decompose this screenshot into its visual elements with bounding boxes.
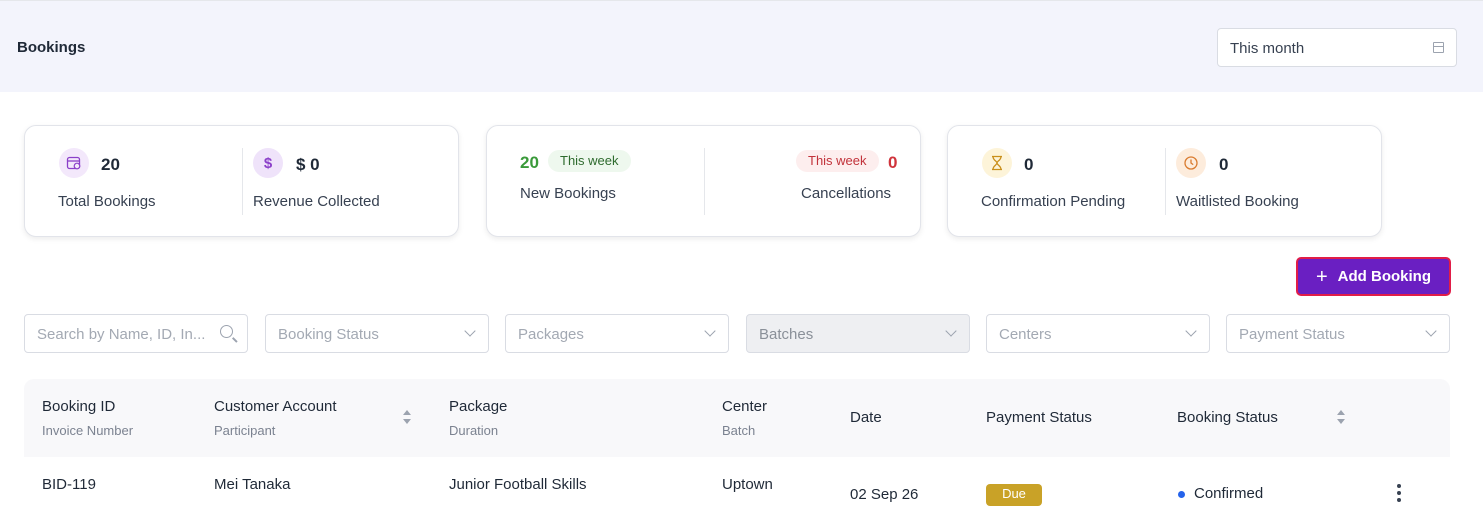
revenue-label: Revenue Collected	[253, 193, 380, 210]
cell-customer: Mei Tanaka	[214, 476, 291, 493]
divider	[1165, 148, 1166, 215]
centers-filter-placeholder: Centers	[999, 326, 1052, 343]
calendar-icon	[1433, 42, 1444, 53]
stats-card-new-cancellations: 20 This week New Bookings This week 0 Ca…	[486, 125, 921, 237]
waitlisted-label: Waitlisted Booking	[1176, 193, 1299, 210]
search-icon	[220, 325, 233, 338]
col-duration: Duration	[449, 423, 499, 438]
payment-status-badge: Due	[986, 484, 1042, 506]
dollar-icon: $	[253, 148, 283, 178]
page-header: Bookings This month	[0, 0, 1483, 92]
chevron-down-icon	[704, 325, 716, 337]
packages-filter-placeholder: Packages	[518, 326, 584, 343]
add-booking-button[interactable]: + Add Booking	[1296, 257, 1451, 296]
add-booking-label: Add Booking	[1337, 268, 1431, 285]
more-options-icon[interactable]	[1396, 484, 1402, 504]
cancellations-value: 0	[888, 153, 898, 172]
col-batch: Batch	[722, 423, 756, 438]
booking-status-filter-placeholder: Booking Status	[278, 326, 379, 343]
col-participant: Participant	[214, 423, 276, 438]
date-range-select[interactable]: This month	[1217, 28, 1457, 67]
new-bookings-label: New Bookings	[520, 185, 616, 202]
col-booking-status: Booking Status	[1177, 409, 1278, 426]
booking-status-filter[interactable]: Booking Status	[265, 314, 489, 353]
cell-booking-status: Confirmed	[1194, 485, 1264, 502]
clock-icon	[1176, 148, 1206, 178]
col-payment-status: Payment Status	[986, 409, 1092, 426]
total-bookings-label: Total Bookings	[58, 193, 156, 210]
col-package: Package	[449, 398, 508, 415]
col-customer-account: Customer Account	[214, 398, 337, 415]
cell-center: Uptown	[722, 476, 773, 493]
search-input[interactable]: Search by Name, ID, In...	[24, 314, 248, 353]
total-bookings-value: 20	[101, 155, 120, 174]
divider	[704, 148, 705, 215]
hourglass-icon	[982, 148, 1012, 178]
chevron-down-icon	[945, 325, 957, 337]
col-date: Date	[850, 409, 882, 426]
batches-filter-placeholder: Batches	[759, 326, 814, 343]
col-center: Center	[722, 398, 768, 415]
page-title: Bookings	[17, 39, 86, 56]
chevron-down-icon	[464, 325, 476, 337]
payment-status-filter-placeholder: Payment Status	[1239, 326, 1345, 343]
revenue-value: $ 0	[296, 155, 320, 174]
stats-card-bookings-revenue: 20 Total Bookings $ $ 0 Revenue Collecte…	[24, 125, 459, 237]
sort-icon[interactable]	[403, 410, 411, 424]
divider	[242, 148, 243, 215]
plus-icon: +	[1315, 265, 1328, 288]
batches-filter[interactable]: Batches	[746, 314, 970, 353]
new-bookings-value: 20	[520, 153, 539, 172]
col-invoice-number: Invoice Number	[42, 423, 134, 438]
cancellations-period-badge: This week	[796, 150, 879, 172]
new-bookings-period-badge: This week	[548, 150, 631, 172]
sort-icon[interactable]	[1337, 410, 1345, 424]
confirmation-pending-value: 0	[1024, 155, 1034, 174]
packages-filter[interactable]: Packages	[505, 314, 729, 353]
cancellations-label: Cancellations	[801, 185, 892, 202]
centers-filter[interactable]: Centers	[986, 314, 1210, 353]
chevron-down-icon	[1425, 325, 1437, 337]
chevron-down-icon	[1185, 325, 1197, 337]
confirmation-pending-label: Confirmation Pending	[981, 193, 1126, 210]
date-range-value: This month	[1230, 40, 1305, 57]
calendar-icon	[59, 148, 89, 178]
status-dot-icon	[1178, 491, 1185, 498]
cell-package: Junior Football Skills	[449, 476, 587, 493]
payment-status-filter[interactable]: Payment Status	[1226, 314, 1450, 353]
stats-card-pending-waitlisted: 0 Confirmation Pending 0 Waitlisted Book…	[947, 125, 1382, 237]
search-placeholder: Search by Name, ID, In...	[37, 326, 206, 343]
waitlisted-value: 0	[1219, 155, 1229, 174]
cell-booking-id[interactable]: BID-119	[42, 476, 96, 493]
cell-date: 02 Sep 26	[850, 486, 919, 503]
col-booking-id: Booking ID	[42, 398, 116, 415]
